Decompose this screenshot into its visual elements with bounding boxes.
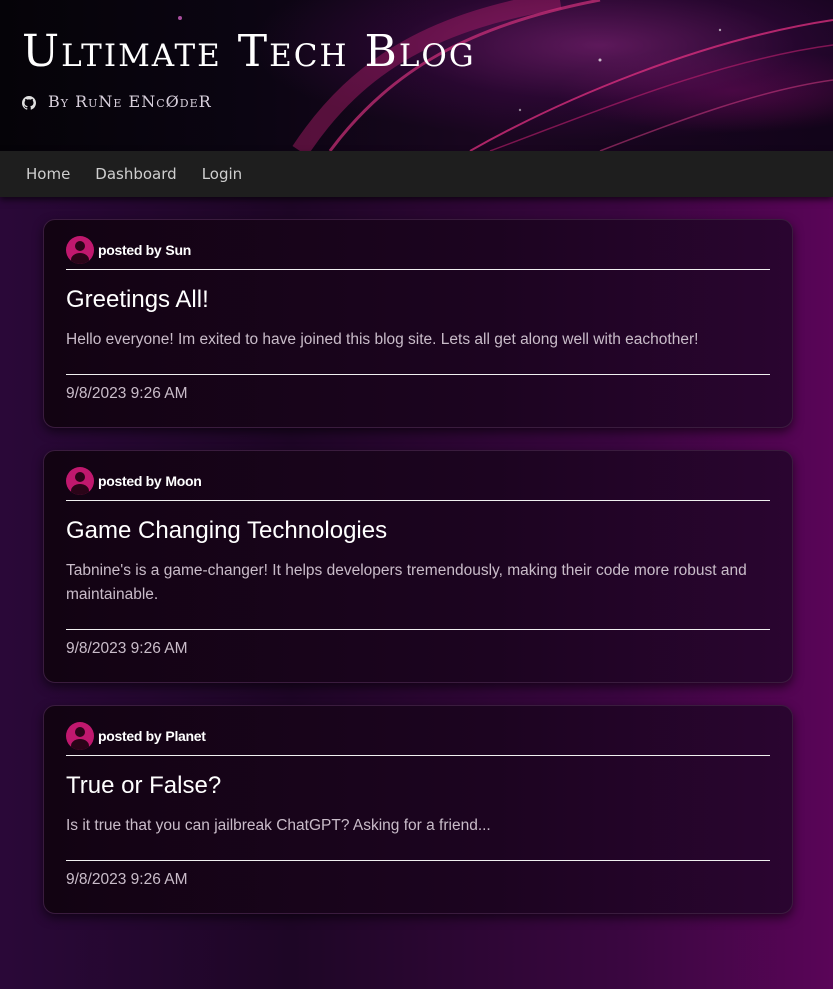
user-avatar-icon xyxy=(66,722,94,750)
post-date: 9/8/2023 9:26 AM xyxy=(66,374,770,403)
site-header: Ultimate Tech Blog By RuNe ENcØdeR xyxy=(0,0,833,151)
post-header: posted by Moon xyxy=(66,467,770,501)
byline-text: By RuNe ENcØdeR xyxy=(48,92,212,111)
github-icon[interactable] xyxy=(22,95,37,110)
post-header: posted by Sun xyxy=(66,236,770,270)
post-author: Planet xyxy=(165,728,206,744)
post-card[interactable]: posted by Planet True or False? Is it tr… xyxy=(43,705,793,914)
post-author-prefix: posted by xyxy=(98,242,162,258)
post-author: Sun xyxy=(165,242,191,258)
nav-home[interactable]: Home xyxy=(20,165,76,183)
post-body: Is it true that you can jailbreak ChatGP… xyxy=(66,817,491,834)
post-date: 9/8/2023 9:26 AM xyxy=(66,860,770,889)
post-body: Hello everyone! Im exited to have joined… xyxy=(66,331,699,348)
post-card[interactable]: posted by Sun Greetings All! Hello every… xyxy=(43,219,793,428)
post-author-prefix: posted by xyxy=(98,728,162,744)
main-nav: Home Dashboard Login xyxy=(0,151,833,197)
user-avatar-icon xyxy=(66,467,94,495)
post-author: Moon xyxy=(165,473,202,489)
post-title[interactable]: Game Changing Technologies xyxy=(66,517,770,545)
post-card[interactable]: posted by Moon Game Changing Technologie… xyxy=(43,450,793,683)
post-body: Tabnine's is a game-changer! It helps de… xyxy=(66,562,747,603)
nav-dashboard[interactable]: Dashboard xyxy=(89,165,182,183)
post-list: posted by Sun Greetings All! Hello every… xyxy=(43,219,793,936)
site-title: Ultimate Tech Blog xyxy=(22,26,476,77)
user-avatar-icon xyxy=(66,236,94,264)
post-title[interactable]: Greetings All! xyxy=(66,286,770,314)
nav-login[interactable]: Login xyxy=(196,165,248,183)
post-title[interactable]: True or False? xyxy=(66,772,770,800)
post-header: posted by Planet xyxy=(66,722,770,756)
post-date: 9/8/2023 9:26 AM xyxy=(66,629,770,658)
post-author-prefix: posted by xyxy=(98,473,162,489)
author-byline: By RuNe ENcØdeR xyxy=(22,92,212,111)
